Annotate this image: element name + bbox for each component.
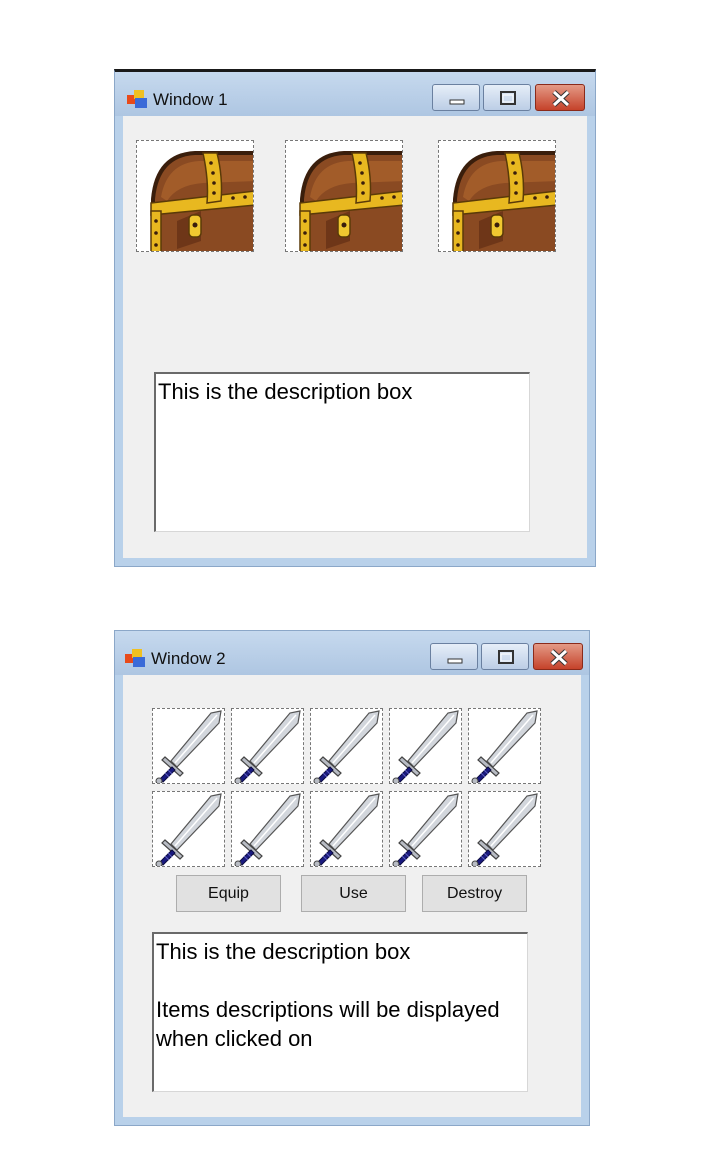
treasure-chest-icon	[137, 141, 254, 252]
sword-icon	[311, 709, 383, 784]
maximize-icon	[498, 650, 514, 664]
description-text: This is the description box	[156, 939, 411, 964]
sword-icon	[232, 792, 304, 867]
maximize-icon	[500, 91, 516, 105]
minimize-icon	[447, 658, 463, 664]
treasure-chest-icon	[286, 141, 403, 252]
close-button[interactable]	[535, 84, 585, 111]
inventory-slot-sword-5[interactable]	[468, 708, 541, 784]
description-detail-text: Items descriptions will be displayed whe…	[156, 997, 500, 1051]
close-icon	[550, 649, 568, 666]
inventory-slot-chest-3[interactable]	[438, 140, 556, 252]
maximize-button[interactable]	[483, 84, 531, 111]
maximize-button[interactable]	[481, 643, 529, 670]
sword-icon	[390, 792, 462, 867]
use-button[interactable]: Use	[301, 875, 406, 912]
title-bar[interactable]: Window 1	[115, 72, 595, 116]
window-1-client: This is the description box	[123, 116, 587, 558]
app-icon	[127, 90, 147, 108]
sword-icon	[153, 792, 225, 867]
window-2-client: Equip Use Destroy This is the descriptio…	[123, 675, 581, 1117]
window-2: Window 2 Equip Use Destroy This is the d…	[114, 630, 590, 1126]
description-box[interactable]: This is the description box Items descri…	[152, 932, 528, 1092]
inventory-slot-sword-3[interactable]	[310, 708, 383, 784]
inventory-slot-sword-10[interactable]	[468, 791, 541, 867]
inventory-slot-chest-2[interactable]	[285, 140, 403, 252]
description-box[interactable]: This is the description box	[154, 372, 530, 532]
destroy-button[interactable]: Destroy	[422, 875, 527, 912]
close-icon	[552, 90, 570, 107]
inventory-slot-sword-7[interactable]	[231, 791, 304, 867]
inventory-slot-sword-1[interactable]	[152, 708, 225, 784]
minimize-button[interactable]	[430, 643, 478, 670]
sword-icon	[390, 709, 462, 784]
app-icon	[125, 649, 145, 667]
minimize-icon	[449, 99, 465, 105]
inventory-slot-sword-4[interactable]	[389, 708, 462, 784]
window-1: Window 1 This is the description box	[114, 69, 596, 567]
sword-icon	[469, 792, 541, 867]
window-title: Window 1	[153, 90, 228, 109]
inventory-slot-sword-2[interactable]	[231, 708, 304, 784]
description-text: This is the description box	[158, 379, 413, 404]
close-button[interactable]	[533, 643, 583, 670]
sword-icon	[153, 709, 225, 784]
inventory-slot-sword-9[interactable]	[389, 791, 462, 867]
treasure-chest-icon	[439, 141, 556, 252]
window-title: Window 2	[151, 649, 226, 668]
sword-icon	[311, 792, 383, 867]
title-bar[interactable]: Window 2	[115, 631, 589, 675]
inventory-slot-sword-6[interactable]	[152, 791, 225, 867]
minimize-button[interactable]	[432, 84, 480, 111]
equip-button[interactable]: Equip	[176, 875, 281, 912]
inventory-slot-sword-8[interactable]	[310, 791, 383, 867]
sword-icon	[469, 709, 541, 784]
sword-icon	[232, 709, 304, 784]
inventory-slot-chest-1[interactable]	[136, 140, 254, 252]
